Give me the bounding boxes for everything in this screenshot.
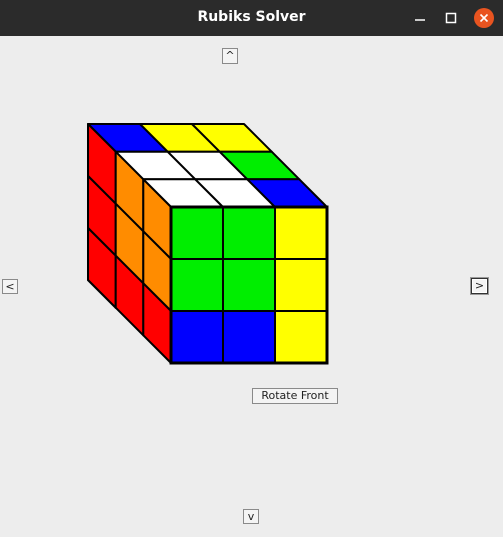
front-sticker-2-0 — [170, 310, 224, 364]
rotate-front-button[interactable]: Rotate Front — [252, 388, 338, 404]
front-sticker-0-1 — [222, 206, 276, 260]
rotate-right-button[interactable]: > — [471, 278, 488, 294]
rotate-up-button[interactable]: ^ — [222, 48, 238, 64]
rotate-left-button[interactable]: < — [2, 279, 18, 294]
front-sticker-1-2 — [274, 258, 328, 312]
rotate-down-button[interactable]: v — [243, 509, 259, 524]
front-sticker-1-1 — [222, 258, 276, 312]
front-sticker-2-2 — [274, 310, 328, 364]
front-sticker-2-1 — [222, 310, 276, 364]
rubiks-cube — [87, 123, 329, 365]
front-sticker-0-2 — [274, 206, 328, 260]
front-sticker-0-0 — [170, 206, 224, 260]
front-sticker-1-0 — [170, 258, 224, 312]
